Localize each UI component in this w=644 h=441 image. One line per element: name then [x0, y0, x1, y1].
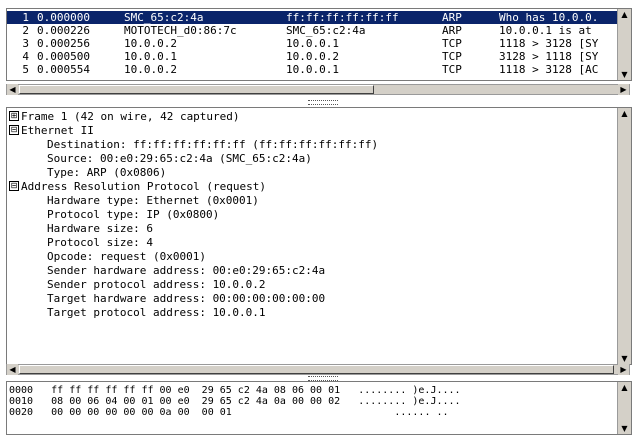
tree-field[interactable]: Protocol type: IP (0x0800)	[47, 208, 219, 222]
tree-item-arp[interactable]: ⊟ Address Resolution Protocol (request)	[9, 180, 266, 194]
packet-info: 3128 > 1118 [SY	[499, 50, 599, 63]
packet-destination: 10.0.0.2	[286, 50, 339, 63]
packet-info: 1118 > 3128 [AC	[499, 63, 599, 76]
tree-label: Address Resolution Protocol (request)	[21, 180, 267, 193]
packet-details-pane: ⊞ Frame 1 (42 on wire, 42 captured) ⊟ Ethe…	[6, 107, 632, 365]
packet-list-hscrollbar[interactable]: ◀ ▶	[6, 84, 630, 95]
scroll-right-icon[interactable]: ▶	[618, 84, 629, 95]
scroll-down-icon[interactable]: ▼	[619, 353, 630, 364]
packet-time: 0.000226	[37, 24, 90, 37]
packet-info: 10.0.0.1 is at	[499, 24, 592, 37]
scroll-down-icon[interactable]: ▼	[619, 423, 630, 434]
packet-no: 3	[22, 37, 29, 50]
packet-info: Who has 10.0.0.	[499, 11, 599, 24]
expand-icon[interactable]: ⊞	[9, 111, 19, 121]
tree-field[interactable]: Sender protocol address: 10.0.0.2	[47, 278, 266, 292]
hex-bytes: 08 00 06 04 00 01 00 e0 29 65 c2 4a 0a 0…	[51, 396, 341, 407]
scroll-right-icon[interactable]: ▶	[618, 364, 629, 375]
packet-protocol: TCP	[442, 37, 462, 50]
hex-dump-pane: 0000 ff ff ff ff ff ff 00 e0 29 65 c2 4a…	[6, 381, 632, 435]
packet-no: 5	[22, 63, 29, 76]
tree-field[interactable]: Target hardware address: 00:00:00:00:00:…	[47, 292, 325, 306]
details-hscrollbar[interactable]: ◀ ▶	[6, 364, 630, 375]
packet-list-vscrollbar[interactable]: ▲ ▼	[617, 9, 631, 80]
tree-item-frame[interactable]: ⊞ Frame 1 (42 on wire, 42 captured)	[9, 110, 240, 124]
scroll-up-icon[interactable]: ▲	[619, 382, 630, 393]
tree-field[interactable]: Source: 00:e0:29:65:c2:4a (SMC_65:c2:4a)	[47, 152, 312, 166]
packet-row[interactable]: 3 0.000256 10.0.0.2 10.0.0.1 TCP 1118 > …	[7, 37, 617, 50]
packet-source: 10.0.0.2	[124, 37, 177, 50]
packet-row[interactable]: 1 0.000000 SMC_65:c2:4a ff:ff:ff:ff:ff:f…	[7, 11, 617, 24]
hex-line[interactable]: 0010 08 00 06 04 00 01 00 e0 29 65 c2 4a…	[9, 397, 461, 407]
packet-destination: 10.0.0.1	[286, 63, 339, 76]
packet-source: SMC_65:c2:4a	[124, 11, 204, 24]
hex-bytes: 00 00 00 00 00 00 0a 00 00 01	[51, 407, 232, 418]
packet-row[interactable]: 4 0.000500 10.0.0.1 10.0.0.2 TCP 3128 > …	[7, 50, 617, 63]
packet-destination: 10.0.0.1	[286, 37, 339, 50]
packet-protocol: ARP	[442, 11, 462, 24]
packet-time: 0.000554	[37, 63, 90, 76]
packet-no: 4	[22, 50, 29, 63]
tree-field[interactable]: Type: ARP (0x0806)	[47, 166, 166, 180]
hex-line[interactable]: 0000 ff ff ff ff ff ff 00 e0 29 65 c2 4a…	[9, 386, 461, 396]
tree-field[interactable]: Destination: ff:ff:ff:ff:ff:ff (ff:ff:ff…	[47, 138, 378, 152]
packet-row[interactable]: 5 0.000554 10.0.0.2 10.0.0.1 TCP 1118 > …	[7, 63, 617, 76]
scroll-left-icon[interactable]: ◀	[7, 364, 18, 375]
scroll-up-icon[interactable]: ▲	[619, 9, 630, 20]
packet-list-pane: 1 0.000000 SMC_65:c2:4a ff:ff:ff:ff:ff:f…	[6, 8, 632, 81]
hex-line[interactable]: 0020 00 00 00 00 00 00 0a 00 00 01 .....…	[9, 408, 449, 418]
packet-destination: SMC_65:c2:4a	[286, 24, 366, 37]
scroll-down-icon[interactable]: ▼	[619, 69, 630, 80]
hex-vscrollbar[interactable]: ▲ ▼	[617, 382, 631, 434]
packet-destination: ff:ff:ff:ff:ff:ff	[286, 11, 399, 24]
packet-time: 0.000500	[37, 50, 90, 63]
hex-ascii: ........ )e.J....	[358, 396, 461, 407]
packet-source: 10.0.0.1	[124, 50, 177, 63]
hex-ascii: ........ )e.J....	[358, 385, 461, 396]
packet-info: 1118 > 3128 [SY	[499, 37, 599, 50]
pane-splitter[interactable]	[308, 100, 338, 105]
hex-offset: 0020	[9, 407, 34, 418]
hex-offset: 0000	[9, 385, 34, 396]
tree-item-ethernet[interactable]: ⊟ Ethernet II	[9, 124, 94, 138]
collapse-icon[interactable]: ⊟	[9, 181, 19, 191]
tree-field[interactable]: Hardware type: Ethernet (0x0001)	[47, 194, 259, 208]
scroll-up-icon[interactable]: ▲	[619, 108, 630, 119]
scroll-left-icon[interactable]: ◀	[7, 84, 18, 95]
packet-protocol: TCP	[442, 63, 462, 76]
collapse-icon[interactable]: ⊟	[9, 125, 19, 135]
packet-source: MOTOTECH_d0:86:7c	[124, 24, 237, 37]
scroll-thumb[interactable]	[19, 85, 374, 94]
hex-bytes: ff ff ff ff ff ff 00 e0 29 65 c2 4a 08 0…	[51, 385, 341, 396]
hex-offset: 0010	[9, 396, 34, 407]
hex-ascii: ...... ..	[394, 407, 449, 418]
packet-source: 10.0.0.2	[124, 63, 177, 76]
packet-protocol: TCP	[442, 50, 462, 63]
packet-time: 0.000000	[37, 11, 90, 24]
tree-label: Frame 1 (42 on wire, 42 captured)	[21, 110, 240, 123]
tree-label: Ethernet II	[21, 124, 94, 137]
tree-field[interactable]: Protocol size: 4	[47, 236, 153, 250]
packet-protocol: ARP	[442, 24, 462, 37]
packet-row[interactable]: 2 0.000226 MOTOTECH_d0:86:7c SMC_65:c2:4…	[7, 24, 617, 37]
tree-field[interactable]: Opcode: request (0x0001)	[47, 250, 206, 264]
packet-time: 0.000256	[37, 37, 90, 50]
packet-no: 1	[22, 11, 29, 24]
tree-field[interactable]: Target protocol address: 10.0.0.1	[47, 306, 266, 320]
tree-field[interactable]: Hardware size: 6	[47, 222, 153, 236]
scroll-thumb[interactable]	[19, 365, 614, 374]
details-vscrollbar[interactable]: ▲ ▼	[617, 108, 631, 364]
packet-no: 2	[22, 24, 29, 37]
tree-field[interactable]: Sender hardware address: 00:e0:29:65:c2:…	[47, 264, 325, 278]
